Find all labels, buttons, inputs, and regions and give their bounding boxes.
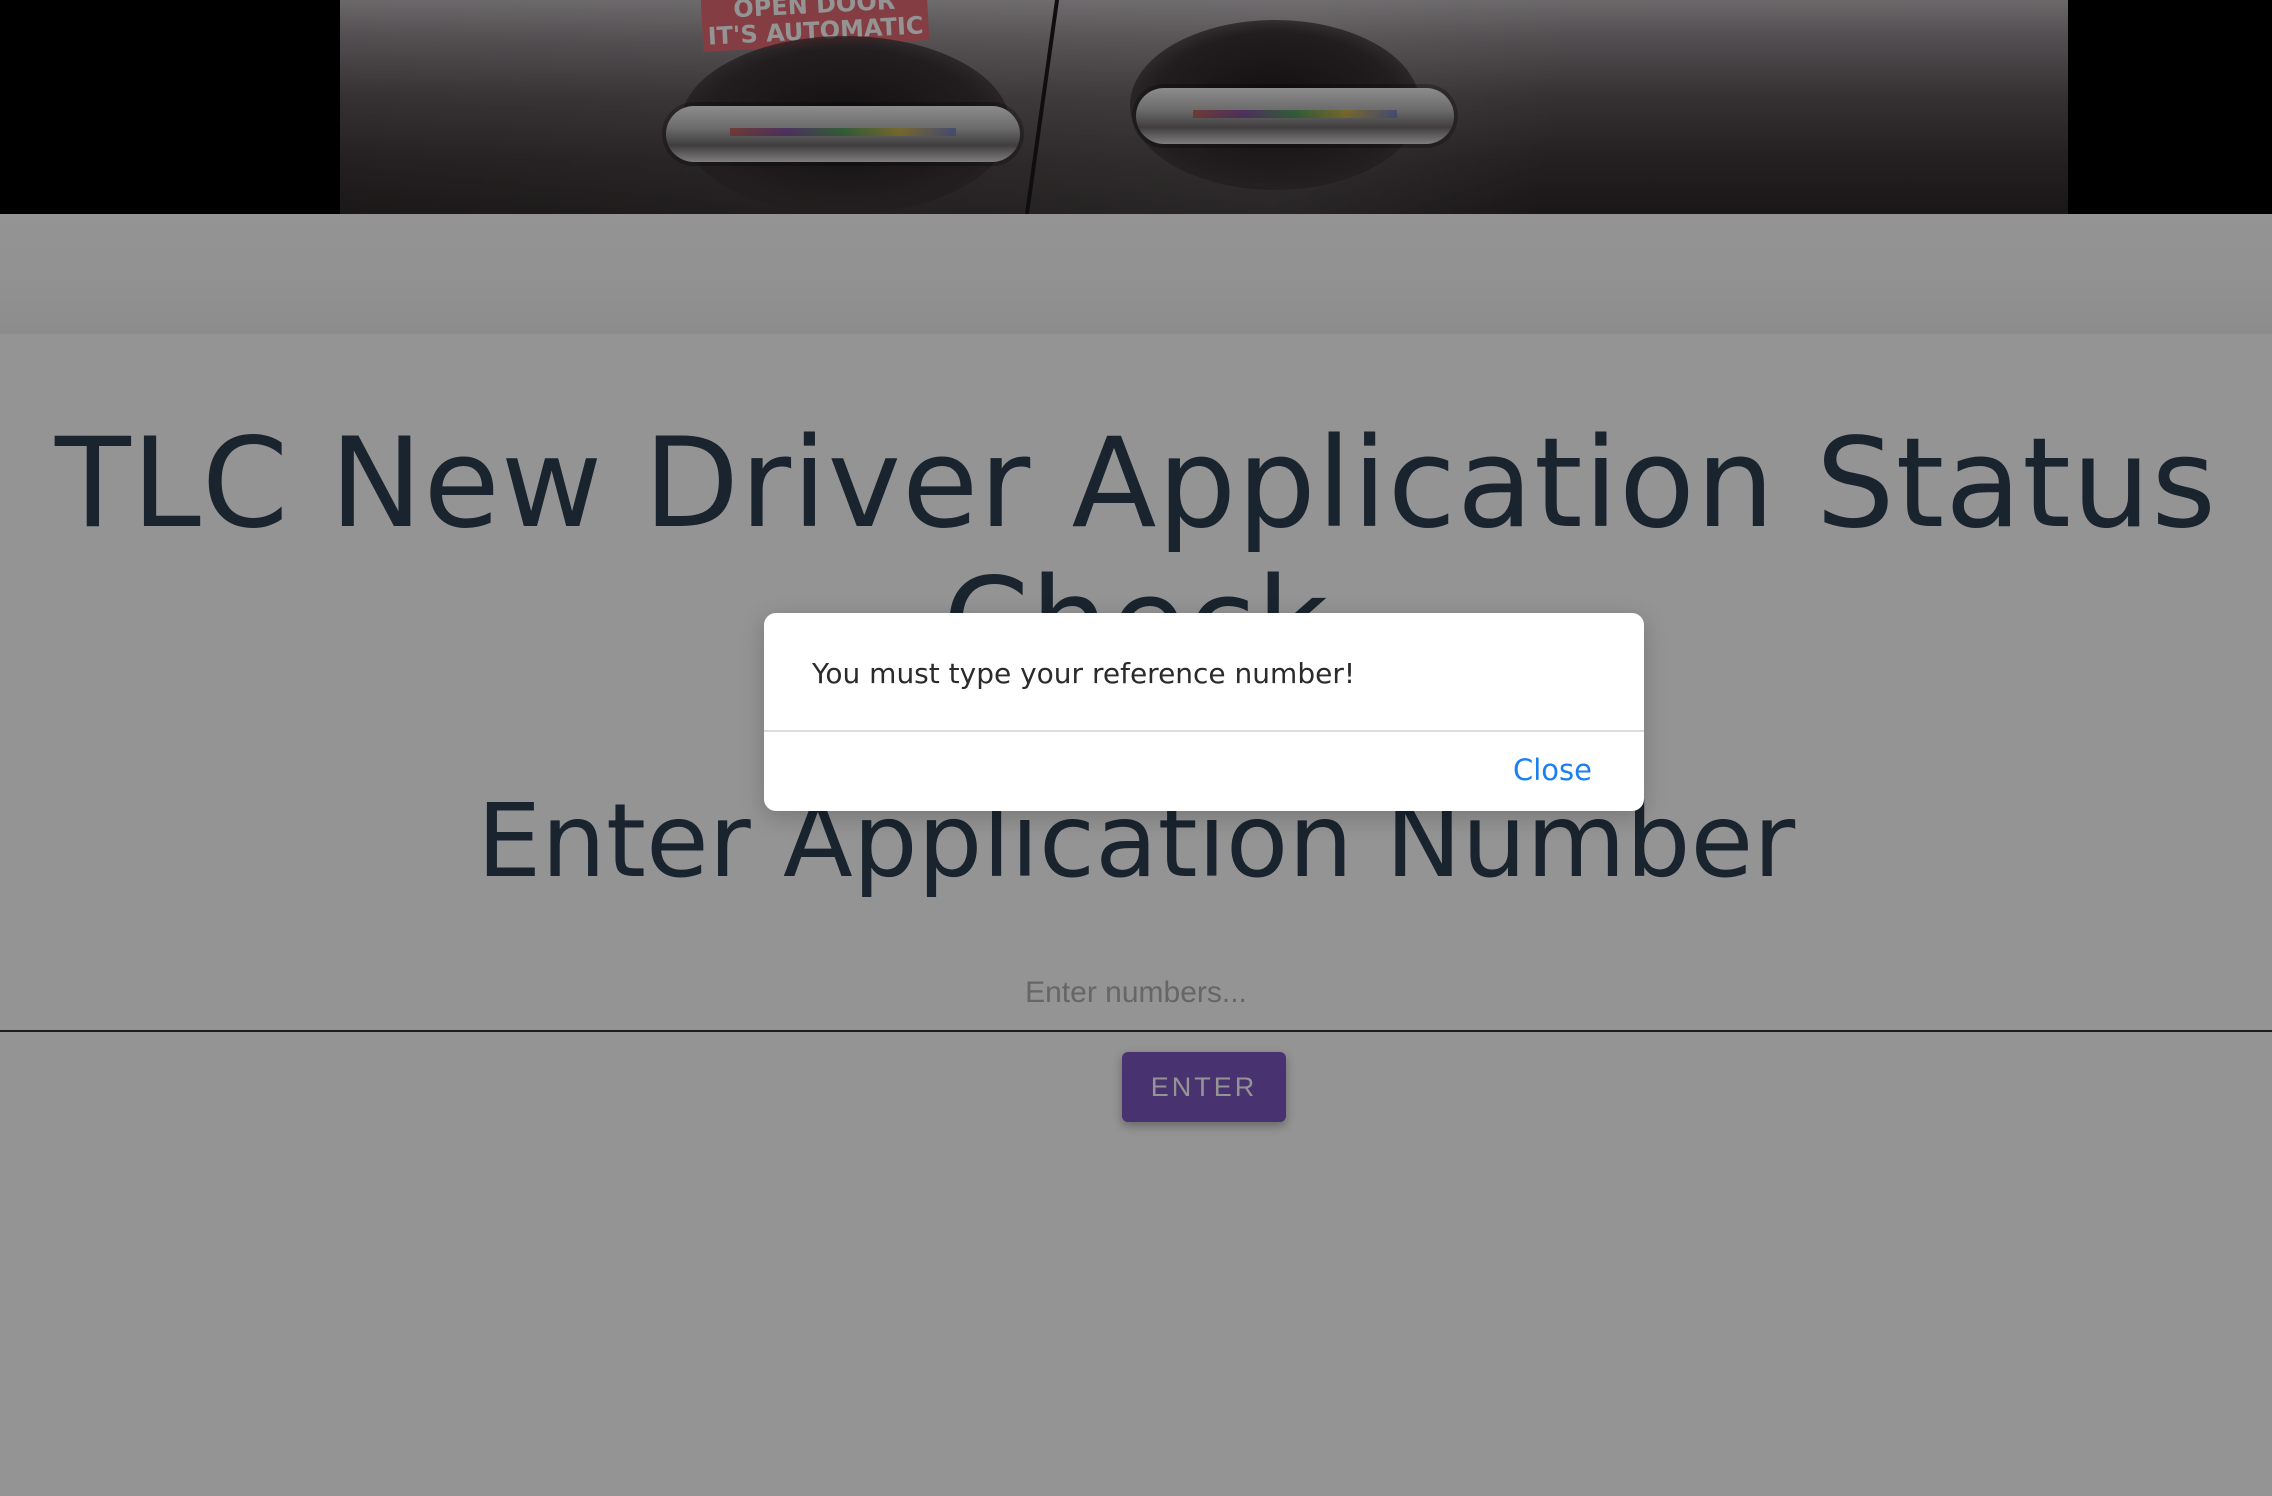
close-button[interactable]: Close <box>1513 753 1592 787</box>
page: OPEN DOOR IT'S AUTOMATIC TLC New Driver … <box>0 0 2272 1496</box>
dialog-divider <box>764 730 1644 732</box>
alert-message: You must type your reference number! <box>812 657 1356 690</box>
alert-dialog: You must type your reference number! Clo… <box>764 613 1644 811</box>
